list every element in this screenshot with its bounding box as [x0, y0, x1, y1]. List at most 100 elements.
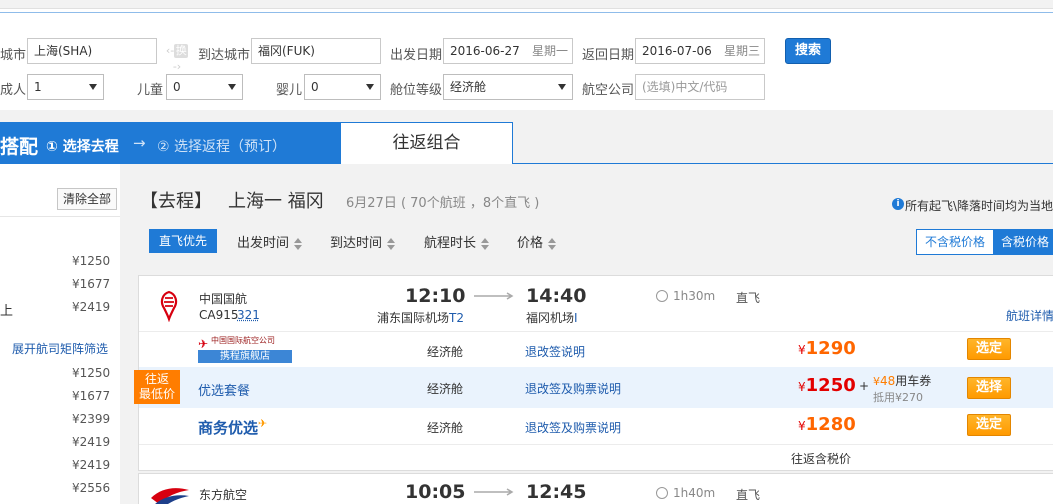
adult-select[interactable]: 1	[27, 74, 104, 100]
departure-time: 10:05	[405, 481, 465, 503]
sort-arrive-time[interactable]: 到达时间	[330, 232, 395, 251]
sort-duration[interactable]: 航程时长	[424, 232, 489, 251]
infant-value: 0	[311, 80, 319, 94]
airline-price-7: ¥2419	[72, 435, 110, 449]
car-coupon: ¥48用车券	[873, 372, 931, 389]
local-time-note: 所有起飞\降落时间均为当地	[905, 197, 1053, 214]
flagship-store-label: 携程旗舰店	[198, 350, 292, 363]
flagship-vendor-name: 中国国际航空公司	[211, 335, 275, 346]
tab-combo[interactable]: 往返组合	[340, 122, 513, 164]
offer-row: ✈ 中国国际航空公司 携程旗舰店 经济舱 退改签说明 ¥1290 选定	[139, 331, 1053, 367]
coupon-value-note: 抵用¥270	[873, 389, 923, 405]
infant-select[interactable]: 0	[304, 74, 381, 100]
select-offer-button[interactable]: 选择	[967, 377, 1011, 399]
child-value: 0	[173, 80, 181, 94]
return-date-input[interactable]: 2016-07-06 星期三	[635, 38, 765, 64]
plus-sign: +	[859, 379, 869, 393]
airline-price-6: ¥2399	[72, 412, 110, 426]
lowest-price-badge: 往返 最低价	[134, 370, 180, 404]
arrival-time: 12:45	[526, 481, 586, 503]
child-label: 儿童	[137, 79, 163, 98]
airline-price-3: ¥2419	[72, 300, 110, 314]
airline-name: 东方航空	[199, 486, 247, 503]
departure-terminal: T2	[449, 311, 464, 325]
air-china-logo	[152, 288, 186, 322]
chevron-down-icon	[366, 84, 374, 90]
select-offer-button[interactable]: 选定	[967, 414, 1011, 436]
route-arrow-icon	[474, 292, 516, 300]
infant-label: 婴儿	[276, 79, 302, 98]
tax-inclusive-option[interactable]: 含税价格	[993, 230, 1053, 254]
business-select-logo: 商务优选✈	[198, 417, 267, 438]
search-button[interactable]: 搜索	[785, 38, 831, 64]
arrival-airport-name: 福冈机场	[526, 311, 574, 325]
sidebar-divider	[0, 216, 120, 217]
price-amount: 1250	[806, 375, 856, 396]
sort-icon	[481, 238, 489, 250]
offer-policy-link[interactable]: 退改签及购票说明	[525, 380, 621, 397]
route-arrow-icon	[474, 488, 516, 496]
airline-label: 航空公司	[582, 79, 634, 98]
sort-price[interactable]: 价格	[517, 232, 556, 251]
cabin-select[interactable]: 经济舱	[443, 74, 573, 100]
return-date-value: 2016-07-06	[642, 44, 712, 58]
offer-price: ¥1290	[798, 338, 856, 359]
depart-date-label: 出发日期	[390, 44, 442, 63]
card-footer-divider	[139, 444, 1053, 445]
flight-card: 中国国航 CA915 321 12:10 14:40 浦东国际机场T2 福冈机场…	[138, 275, 1053, 471]
airline-input[interactable]: (选填)中文/代码	[635, 74, 765, 100]
sort-icon	[294, 238, 302, 250]
clear-all-button[interactable]: 清除全部	[57, 188, 117, 210]
step-bar-underline	[513, 163, 1053, 164]
tax-exclusive-option[interactable]: 不含税价格	[917, 230, 993, 254]
flight-number: CA915	[199, 308, 239, 322]
offer-price: ¥1250	[798, 375, 856, 396]
flight-details-link[interactable]: 航班详情	[1006, 307, 1053, 324]
arrival-time: 14:40	[526, 285, 586, 307]
coupon-currency: ¥	[873, 375, 880, 388]
airline-name: 中国国航	[199, 290, 247, 307]
airline-price-9: ¥2556	[72, 481, 110, 495]
arrival-terminal: I	[574, 311, 578, 325]
airline-price-4: ¥1250	[72, 366, 110, 380]
from-city-label: 城市	[0, 44, 26, 63]
price-amount: 1290	[806, 338, 856, 359]
sort-depart-time[interactable]: 出发时间	[237, 232, 302, 251]
sort-price-label: 价格	[517, 236, 543, 251]
offer-cabin: 经济舱	[427, 380, 463, 397]
depart-date-input[interactable]: 2016-06-27 星期一	[443, 38, 573, 64]
arrival-airport: 福冈机场I	[526, 309, 578, 326]
step-bar-title: 搭配	[0, 132, 38, 159]
airline-price-5: ¥1677	[72, 389, 110, 403]
offer-policy-link[interactable]: 退改签及购票说明	[525, 419, 621, 436]
price-amount: 1280	[806, 414, 856, 435]
swap-cities-icon[interactable]: ‹- 换-›	[162, 43, 192, 59]
child-select[interactable]: 0	[166, 74, 243, 100]
results-summary: 6月27日 ( 70个航班 ，8个直飞 )	[346, 192, 539, 211]
currency-symbol: ¥	[798, 343, 806, 357]
step-2: ② 选择返程（预订）	[157, 136, 286, 156]
china-eastern-logo	[149, 482, 191, 504]
airline-fragment-label: 上	[0, 300, 13, 319]
sort-duration-label: 航程时长	[424, 236, 476, 251]
from-city-input[interactable]: 上海(SHA)	[27, 38, 157, 64]
departure-airport: 浦东国际机场T2	[377, 309, 464, 326]
flight-duration: 1h40m	[673, 486, 715, 500]
tax-toggle: 不含税价格 含税价格	[916, 229, 1053, 255]
step-1: ① 选择去程	[46, 136, 119, 156]
select-offer-button[interactable]: 选定	[967, 338, 1011, 360]
sort-direct-first[interactable]: 直飞优先	[149, 229, 217, 253]
airline-price-1: ¥1250	[72, 254, 110, 268]
aircraft-type[interactable]: 321	[237, 308, 260, 322]
round-trip-tax-label: 往返含税价	[791, 450, 851, 467]
sort-depart-label: 出发时间	[237, 236, 289, 251]
offer-row: 商务优选✈ 经济舱 退改签及购票说明 ¥1280 选定	[139, 408, 1053, 444]
to-city-input[interactable]: 福冈(FUK)	[251, 38, 381, 64]
cabin-value: 经济舱	[450, 80, 486, 94]
air-china-flagship-logo: ✈ 中国国际航空公司 携程旗舰店	[198, 335, 292, 363]
chevron-down-icon	[558, 84, 566, 90]
expand-airline-matrix-link[interactable]: 展开航司矩阵筛选	[12, 340, 108, 357]
airline-price-8: ¥2419	[72, 458, 110, 472]
offer-policy-link[interactable]: 退改签说明	[525, 343, 585, 360]
step-arrow: →	[133, 134, 146, 152]
